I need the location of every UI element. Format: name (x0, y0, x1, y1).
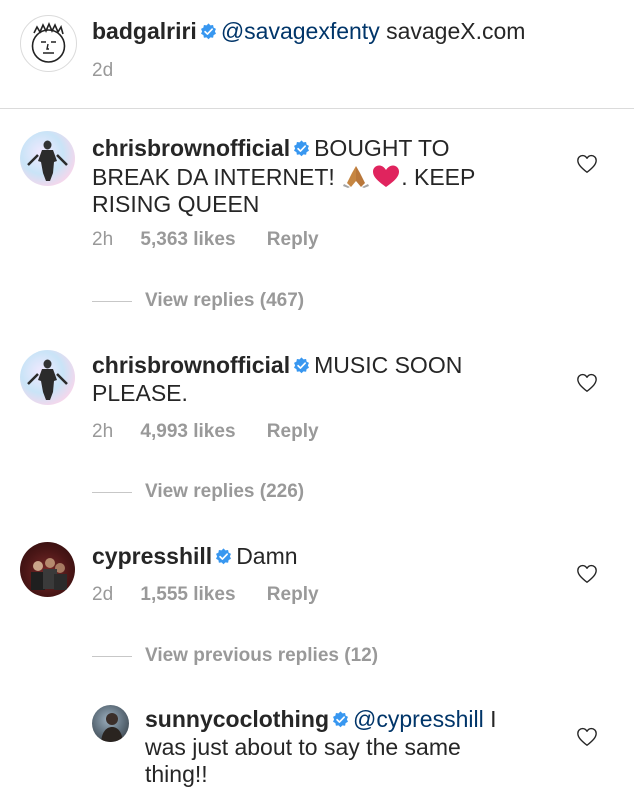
reply-body: sunnycoclothing @cypresshill I was just a… (145, 706, 545, 789)
avatar-badgalriri[interactable] (20, 15, 77, 72)
comment-1-reply-button[interactable]: Reply (267, 229, 319, 250)
caption-mention[interactable]: @savagexfenty (221, 18, 380, 44)
comment-1-meta: 2h 5,363 likes Reply (92, 229, 319, 251)
heart-icon[interactable] (576, 563, 598, 585)
avatar-chrisbrownofficial[interactable] (20, 131, 75, 186)
replies-divider-line (92, 301, 132, 302)
comment-3-body: cypresshill Damn (92, 543, 298, 571)
comment-2-likes[interactable]: 4,993 likes (140, 421, 235, 442)
comment-3-likes[interactable]: 1,555 likes (140, 584, 235, 605)
comment-1-text-line1: BOUGHT TO (314, 135, 450, 161)
verified-icon (293, 140, 310, 157)
comment-3-reply-button[interactable]: Reply (267, 584, 319, 605)
figure-silhouette-icon (27, 359, 68, 400)
comment-1-text-line2a: BREAK DA INTERNET! (92, 163, 335, 190)
replies-divider-line (92, 656, 132, 657)
heart-icon[interactable] (576, 726, 598, 748)
reply-mention[interactable]: @cypresshill (353, 706, 484, 732)
reply-text-line2: was just about to say the same (145, 733, 461, 760)
folded-hands-emoji (343, 165, 370, 188)
heart-icon[interactable] (576, 153, 598, 175)
comment-1-time: 2h (92, 229, 114, 250)
verified-icon (215, 548, 232, 565)
comment-2-meta: 2h 4,993 likes Reply (92, 421, 319, 443)
sketch-face-icon (31, 21, 66, 63)
replies-divider-line (92, 492, 132, 493)
avatar-sunnycoclothing[interactable] (92, 705, 129, 742)
comment-1-text-line2b: . KEEP (401, 163, 476, 190)
comment-1-view-replies[interactable]: View replies (467) (145, 290, 304, 312)
comment-2-username[interactable]: chrisbrownofficial (92, 352, 290, 378)
verified-icon (332, 711, 349, 728)
comment-1-username[interactable]: chrisbrownofficial (92, 135, 290, 161)
comment-2-view-replies[interactable]: View replies (226) (145, 481, 304, 503)
red-heart-emoji (373, 165, 400, 187)
comment-3-view-previous-replies[interactable]: View previous replies (12) (145, 645, 378, 667)
caption-time: 2d (92, 60, 114, 81)
caption-link[interactable]: savageX.com (386, 18, 525, 44)
comment-2-text-line2: PLEASE. (92, 379, 188, 406)
caption-username[interactable]: badgalriri (92, 18, 197, 44)
comment-3-meta: 2d 1,555 likes Reply (92, 584, 319, 606)
caption-text: badgalriri @savagexfenty savageX.com (92, 18, 525, 46)
caption-divider (0, 108, 634, 109)
verified-icon (200, 23, 217, 40)
comment-3-text-line1: Damn (236, 543, 298, 569)
reply-text-line1: I (490, 706, 497, 732)
comment-1-text-line3: RISING QUEEN (92, 191, 260, 217)
avatar-cypresshill[interactable] (20, 542, 75, 597)
avatar-chrisbrownofficial[interactable] (20, 350, 75, 405)
comment-2-body: chrisbrownofficial MUSIC SOON PLEASE. (92, 352, 522, 407)
comment-2-time: 2h (92, 421, 114, 442)
comment-2-reply-button[interactable]: Reply (267, 421, 319, 442)
comment-3-username[interactable]: cypresshill (92, 543, 212, 569)
reply-text-line3: thing!! (145, 761, 208, 787)
group-photo-icon (31, 558, 67, 590)
comment-3-time: 2d (92, 584, 114, 605)
verified-icon (293, 357, 310, 374)
person-photo-icon (101, 713, 123, 742)
figure-silhouette-icon (27, 140, 68, 181)
comment-2-text-line1: MUSIC SOON (314, 352, 463, 378)
comment-1-body: chrisbrownofficial BOUGHT TO BREAK DA INT… (92, 135, 522, 219)
comment-1-likes[interactable]: 5,363 likes (140, 229, 235, 250)
reply-username[interactable]: sunnycoclothing (145, 706, 329, 732)
heart-icon[interactable] (576, 372, 598, 394)
